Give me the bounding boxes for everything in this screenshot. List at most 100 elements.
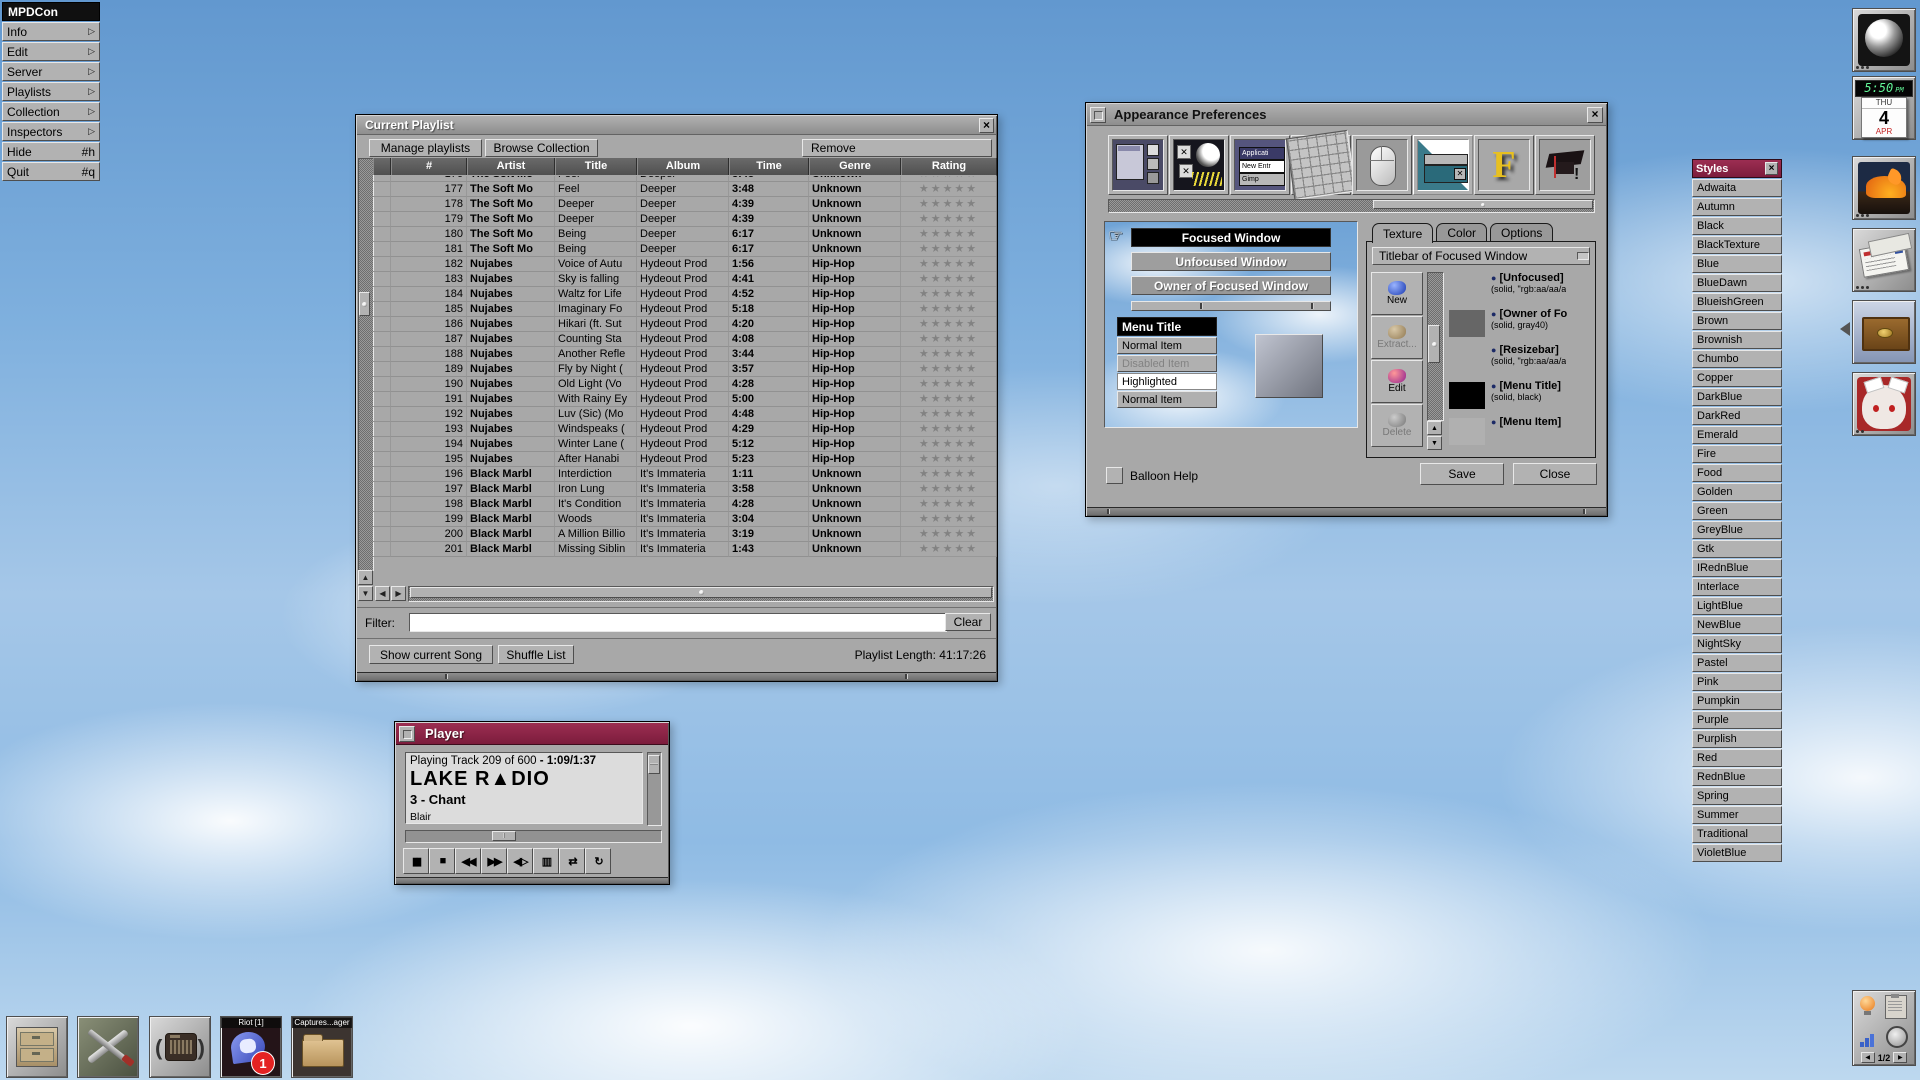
pager-next-icon[interactable]: ▶: [1893, 1052, 1907, 1063]
table-row[interactable]: 191 Nujabes With Rainy Ey Hydeout Prod 5…: [373, 392, 997, 407]
column-header-num[interactable]: #: [391, 158, 467, 175]
rating-stars-icon[interactable]: ★★★★★: [901, 272, 997, 287]
column-header-album[interactable]: Album: [637, 158, 729, 175]
column-header-artist[interactable]: Artist: [467, 158, 555, 175]
cell-select[interactable]: [373, 242, 391, 257]
filter-input[interactable]: [409, 613, 947, 632]
miniaturize-icon[interactable]: [399, 726, 415, 742]
cell-select[interactable]: [373, 347, 391, 362]
rating-stars-icon[interactable]: ★★★★★: [901, 482, 997, 497]
style-menu-item[interactable]: Pastel: [1692, 654, 1782, 672]
vertical-scroll-knob[interactable]: [359, 292, 370, 316]
style-menu-item[interactable]: Autumn: [1692, 198, 1782, 216]
preview-unfocused-titlebar[interactable]: Unfocused Window: [1131, 252, 1331, 271]
horizontal-scroll-knob[interactable]: [410, 587, 992, 598]
scroll-down-icon[interactable]: ▼: [358, 586, 373, 601]
style-menu-item[interactable]: Fire: [1692, 445, 1782, 463]
preview-menu-item-normal2[interactable]: Normal Item: [1117, 391, 1217, 408]
style-menu-item[interactable]: Brownish: [1692, 331, 1782, 349]
styles-menu-titlebar[interactable]: Styles ×: [1692, 159, 1782, 178]
playlist-resizebar[interactable]: [357, 672, 996, 680]
miniaturize-icon[interactable]: [1090, 107, 1106, 123]
dock-tile-riot[interactable]: Riot [1] 1: [220, 1016, 282, 1078]
cell-select[interactable]: [373, 527, 391, 542]
cell-select[interactable]: [373, 542, 391, 557]
appearance-titlebar[interactable]: Appearance Preferences ×: [1087, 104, 1606, 126]
menu-item[interactable]: Server ▷: [2, 62, 100, 81]
style-menu-item[interactable]: RednBlue: [1692, 768, 1782, 786]
style-menu-item[interactable]: Food: [1692, 464, 1782, 482]
cell-select[interactable]: [373, 227, 391, 242]
preview-menu-title[interactable]: Menu Title: [1117, 317, 1217, 336]
style-menu-item[interactable]: Chumbo: [1692, 350, 1782, 368]
cell-select[interactable]: [373, 497, 391, 512]
style-menu-item[interactable]: Adwaita: [1692, 179, 1782, 197]
font-prefs-icon[interactable]: F: [1474, 135, 1534, 195]
next-button[interactable]: ▶▶: [481, 848, 507, 874]
dock-tile-pager[interactable]: ◀ 1/2 ▶: [1852, 990, 1916, 1066]
style-menu-item[interactable]: Interlace: [1692, 578, 1782, 596]
rating-stars-icon[interactable]: ★★★★★: [901, 302, 997, 317]
style-menu-item[interactable]: Green: [1692, 502, 1782, 520]
style-menu-item[interactable]: Purplish: [1692, 730, 1782, 748]
menu-item[interactable]: Quit #q: [2, 162, 100, 181]
delete-texture-button[interactable]: Delete: [1371, 404, 1423, 447]
rating-stars-icon[interactable]: ★★★★★: [901, 242, 997, 257]
expert-prefs-icon[interactable]: ✕ ✕: [1169, 135, 1229, 195]
clear-filter-button[interactable]: Clear: [945, 613, 991, 631]
preview-owner-titlebar[interactable]: Owner of Focused Window: [1131, 276, 1331, 295]
table-row[interactable]: 185 Nujabes Imaginary Fo Hydeout Prod 5:…: [373, 302, 997, 317]
cell-select[interactable]: [373, 437, 391, 452]
scroll-up-icon[interactable]: ▲: [358, 570, 373, 585]
cell-select[interactable]: [373, 302, 391, 317]
volume-knob[interactable]: [648, 755, 660, 774]
style-menu-item[interactable]: VioletBlue: [1692, 844, 1782, 862]
new-texture-button[interactable]: New: [1371, 272, 1423, 315]
tab-texture[interactable]: Texture: [1372, 223, 1433, 243]
style-menu-item[interactable]: GreyBlue: [1692, 521, 1782, 539]
show-current-song-button[interactable]: Show current Song: [369, 645, 493, 664]
style-menu-item[interactable]: Emerald: [1692, 426, 1782, 444]
table-row[interactable]: 190 Nujabes Old Light (Vo Hydeout Prod 4…: [373, 377, 997, 392]
rating-stars-icon[interactable]: ★★★★★: [901, 317, 997, 332]
dock-tile-filemanager[interactable]: [6, 1016, 68, 1078]
dock-tile-browser[interactable]: [1852, 156, 1916, 220]
style-menu-item[interactable]: Traditional: [1692, 825, 1782, 843]
table-row[interactable]: 183 Nujabes Sky is falling Hydeout Prod …: [373, 272, 997, 287]
texture-scroll-knob[interactable]: [1428, 325, 1440, 363]
style-menu-item[interactable]: Red: [1692, 749, 1782, 767]
texture-list-item[interactable]: ●[Owner of Fo (solid, gray40): [1447, 308, 1591, 344]
dock-tile-tools[interactable]: [77, 1016, 139, 1078]
texture-list-item[interactable]: ●[Menu Item]: [1447, 416, 1591, 450]
rating-stars-icon[interactable]: ★★★★★: [901, 197, 997, 212]
cell-select[interactable]: [373, 182, 391, 197]
cell-select[interactable]: [373, 317, 391, 332]
dock-tile-captures[interactable]: Captures...ager: [291, 1016, 353, 1078]
texture-scroll-down-icon[interactable]: ▼: [1427, 436, 1442, 450]
stop-button[interactable]: ■: [429, 848, 455, 874]
close-icon[interactable]: ×: [979, 118, 994, 133]
player-titlebar[interactable]: Player: [396, 723, 668, 745]
style-menu-item[interactable]: BlackTexture: [1692, 236, 1782, 254]
style-menu-item[interactable]: DarkBlue: [1692, 388, 1782, 406]
menu-item[interactable]: Edit ▷: [2, 42, 100, 61]
rating-stars-icon[interactable]: ★★★★★: [901, 467, 997, 482]
preview-menu-item-disabled[interactable]: Disabled Item: [1117, 355, 1217, 372]
appearance-resizebar[interactable]: [1087, 507, 1606, 515]
dock-tile-drawer[interactable]: [1852, 300, 1916, 364]
cell-select[interactable]: [373, 197, 391, 212]
cell-select[interactable]: [373, 332, 391, 347]
style-menu-item[interactable]: Black: [1692, 217, 1782, 235]
rating-stars-icon[interactable]: ★★★★★: [901, 527, 997, 542]
table-row[interactable]: 188 Nujabes Another Refle Hydeout Prod 3…: [373, 347, 997, 362]
column-header-title[interactable]: Title: [555, 158, 637, 175]
style-menu-item[interactable]: Purple: [1692, 711, 1782, 729]
column-header-rating[interactable]: Rating: [901, 158, 997, 175]
texture-list-item[interactable]: ●[Resizebar] (solid, "rgb:aa/aa/a: [1447, 344, 1591, 380]
texture-list-scrollbar[interactable]: [1427, 272, 1444, 421]
rating-stars-icon[interactable]: ★★★★★: [901, 512, 997, 527]
texture-list-item[interactable]: ●[Unfocused] (solid, "rgb:aa/aa/a: [1447, 272, 1591, 308]
close-button[interactable]: Close: [1513, 463, 1597, 485]
cell-select[interactable]: [373, 272, 391, 287]
seek-slider[interactable]: [405, 830, 662, 843]
